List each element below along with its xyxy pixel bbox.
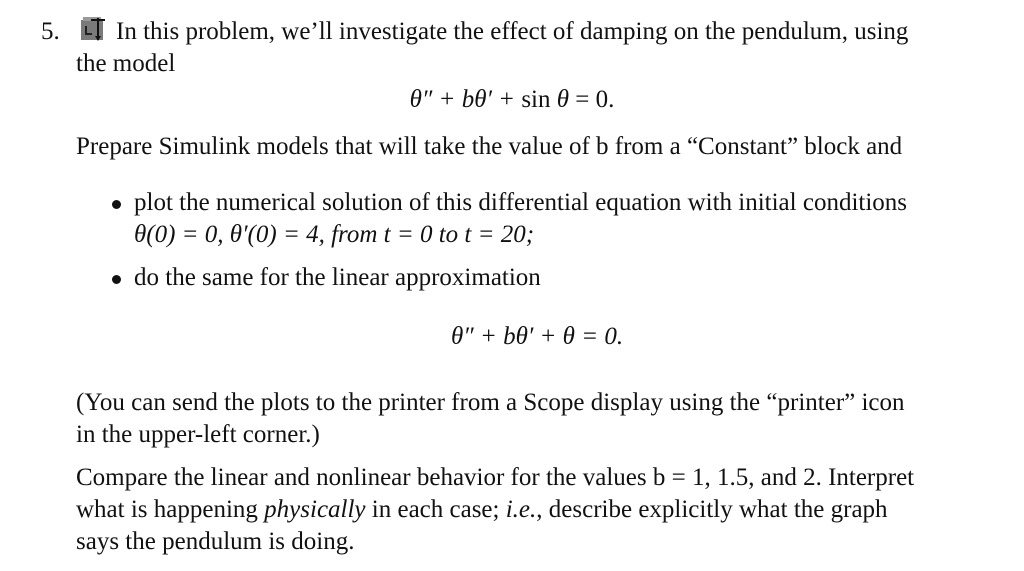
- printer-note-line-2: in the upper-left corner.): [76, 421, 320, 448]
- intro-line-1: In this problem, we’ll investigate the e…: [116, 18, 909, 45]
- compare-line-3: says the pendulum is doing.: [76, 528, 355, 555]
- compare-text: what is happening: [76, 496, 265, 523]
- compare-line-1: Compare the linear and nonlinear behavio…: [76, 464, 915, 491]
- bullet-1-line-2: θ(0) = 0, θ′(0) = 4, from t = 0 to t = 2…: [134, 221, 535, 248]
- intro-line-2: the model: [76, 50, 176, 77]
- eq-term-b: b: [461, 86, 475, 113]
- simulink-icon: [81, 17, 105, 41]
- eq-rhs: = 0.: [569, 86, 615, 113]
- equation-nonlinear: θ″ + bθ′ + sin θ = 0.: [0, 85, 1024, 115]
- eq-term-sin: sin: [521, 86, 557, 113]
- printer-note-line-1: (You can send the plots to the printer f…: [76, 389, 905, 416]
- bullet-marker: [112, 275, 121, 284]
- equation-linear: θ″ + bθ′ + θ = 0.: [451, 323, 624, 350]
- bullet-1-line-1: plot the numerical solution of this diff…: [134, 189, 908, 216]
- prepare-text: Prepare Simulink models that will take t…: [76, 133, 903, 160]
- compare-text: in each case;: [365, 496, 506, 523]
- eq-term-theta-double-prime: θ″ +: [409, 86, 462, 113]
- compare-emphasis: physically: [264, 496, 366, 523]
- compare-ie: i.e.: [505, 496, 537, 523]
- bullet-marker: [112, 200, 121, 209]
- problem-number: 5.: [41, 18, 60, 45]
- eq-term-theta-prime: θ′ +: [474, 86, 522, 113]
- eq-term-theta: θ: [556, 86, 570, 113]
- compare-line-2: what is happening physically in each cas…: [76, 495, 888, 525]
- bullet-2-line-1: do the same for the linear approximation: [134, 264, 541, 291]
- compare-text: , describe explicitly what the graph: [536, 496, 888, 523]
